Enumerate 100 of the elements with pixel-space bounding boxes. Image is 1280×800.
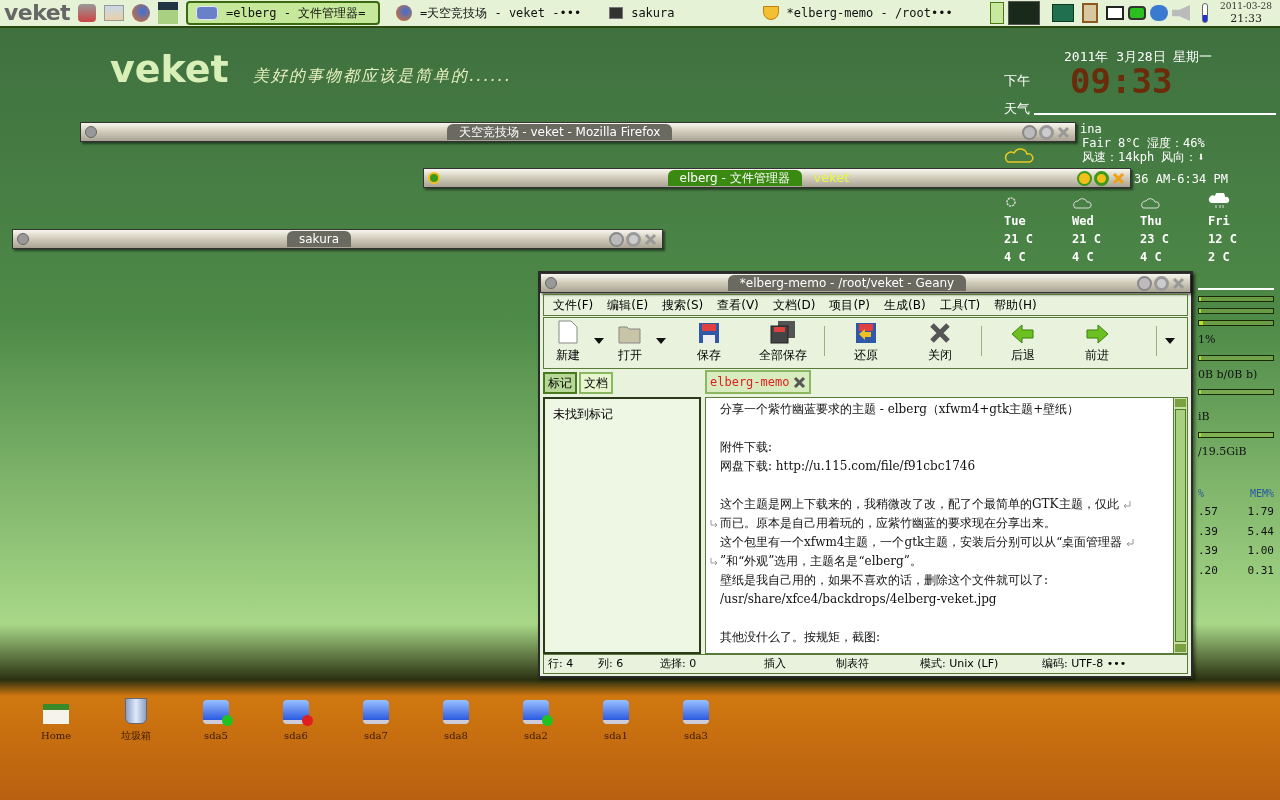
menu-item[interactable]: 项目(P) [828, 296, 871, 314]
forecast-day: Wed [1072, 212, 1140, 230]
empty-symbols-text: 未找到标记 [553, 407, 613, 421]
toolbar-button[interactable]: 新建 [548, 320, 588, 364]
text-line: ”和“外观”选用，主题名是“elberg”。 [720, 553, 922, 570]
text-line: 附件下载: [720, 439, 773, 456]
process-column-header: % [1198, 487, 1206, 501]
task-button[interactable]: *elberg-memo - /root••• [754, 1, 961, 25]
process-column-header: MEM% [1248, 487, 1274, 501]
close-icon[interactable] [1171, 275, 1186, 291]
process-cell-text: 1.79 [1246, 504, 1274, 520]
forecast-day: Fri [1208, 212, 1276, 230]
menu-icon[interactable] [17, 233, 29, 245]
status-item: 插入 [764, 655, 787, 672]
sidebar-tab[interactable]: 标记 [543, 372, 577, 394]
forecast-high: 23 C [1140, 231, 1170, 248]
thermometer-icon[interactable] [1202, 3, 1209, 23]
globe-icon[interactable] [132, 4, 150, 22]
maximize-icon[interactable] [626, 231, 641, 247]
menu-item[interactable]: 文档(D) [771, 296, 817, 314]
menu-icon[interactable] [85, 126, 97, 138]
taskbar-logo[interactable]: veket [4, 2, 70, 24]
task-button[interactable]: =elberg - 文件管理器= [186, 1, 380, 25]
forecast-day: Thu [1140, 212, 1208, 230]
scrollbar[interactable] [1173, 398, 1187, 653]
text-line: /usr/share/xfce4/backdrops/4elberg-veket.jpg [720, 591, 997, 608]
close-icon[interactable] [793, 375, 807, 389]
disk-reading: iB [1198, 409, 1211, 425]
icon-label[interactable]: sda2 [524, 728, 548, 743]
status-item: 列: 6 [598, 655, 625, 672]
forecast-low: 4 C [1072, 249, 1095, 266]
drive-icon [443, 700, 469, 724]
menu-icon[interactable] [545, 277, 557, 289]
text-line: 网盘下载: http://u.115.com/file/f91cbc1746 [720, 458, 976, 475]
icon-label[interactable]: sda1 [604, 728, 628, 743]
forecast-low: 4 C [1140, 249, 1163, 266]
icon-label[interactable]: sda7 [364, 728, 388, 743]
document-tab[interactable]: elberg-memo [705, 370, 812, 394]
toolbar-button[interactable]: 全部保存 [746, 320, 820, 364]
icon-label[interactable]: sda5 [204, 728, 228, 743]
menu-item[interactable]: 查看(V) [716, 296, 760, 314]
process-cell-text: 0.31 [1246, 562, 1274, 579]
window-subtitle: veket [813, 169, 850, 188]
menu-icon[interactable] [428, 172, 440, 184]
toolbar-button[interactable]: 还原 [829, 322, 903, 364]
task-button[interactable]: sakura [601, 1, 683, 25]
drive-icon [603, 700, 629, 724]
conky-date: 2011年 3月28日 星期一 [1064, 49, 1213, 64]
battery-icon[interactable] [1128, 6, 1147, 20]
shade-icon[interactable] [609, 231, 624, 247]
weather-sun-times: 36 AM-6:34 PM [1134, 172, 1228, 186]
toolbar-button[interactable]: 前进 [1060, 324, 1134, 364]
shade-icon[interactable] [1137, 275, 1152, 291]
text-area[interactable] [706, 398, 1173, 653]
shade-icon[interactable] [1022, 124, 1037, 140]
close-icon[interactable] [643, 231, 658, 247]
cloud-icon [1140, 195, 1160, 209]
taskbar-clock[interactable]: 21:33 [1230, 12, 1262, 25]
weather-heading: 天气 [1004, 100, 1030, 118]
desktop-icon[interactable] [158, 2, 178, 24]
process-cell-text: .57 [1198, 504, 1219, 520]
toolbar-button[interactable]: 打开 [610, 324, 650, 364]
maximize-icon[interactable] [1039, 124, 1054, 140]
sidebar-tab[interactable]: 文档 [579, 372, 613, 394]
maximize-icon[interactable] [1094, 170, 1109, 186]
menu-item[interactable]: 帮助(H) [993, 296, 1038, 314]
left-arrow-icon [1011, 324, 1035, 344]
task-button[interactable]: =天空竞技场 - veket -••• [388, 1, 590, 25]
icon-label[interactable]: 垃圾箱 [121, 728, 151, 743]
maximize-icon[interactable] [1154, 275, 1169, 291]
window-title: elberg - 文件管理器 [667, 170, 802, 186]
window-icon[interactable] [104, 5, 124, 21]
icon-label[interactable]: Home [40, 728, 72, 743]
icon-label[interactable]: sda6 [284, 728, 308, 743]
floppies-icon [770, 320, 796, 344]
caret-icon[interactable] [656, 338, 666, 344]
icon-label[interactable]: sda3 [684, 728, 708, 743]
toolbar-button[interactable]: 关闭 [903, 322, 977, 364]
menu-item[interactable]: 编辑(E) [606, 296, 650, 314]
shade-icon[interactable] [1077, 170, 1092, 186]
menu-item[interactable]: 工具(T) [938, 296, 982, 314]
menu-item[interactable]: 文件(F) [552, 296, 595, 314]
close-icon[interactable] [1056, 124, 1071, 140]
caret-icon[interactable] [594, 338, 604, 344]
folder-icon [196, 6, 218, 20]
text-line: 这个主题是网上下载来的，我稍微改了改，配了个最简单的GTK主题，仅此 [720, 496, 1119, 513]
forecast-low: 4 C [1004, 249, 1027, 266]
weather-location: ina [1080, 122, 1102, 136]
text-line: 壁纸是我自己用的，如果不喜欢的话，删除这个文件就可以了: [720, 572, 1049, 589]
toolbar-button[interactable]: 保存 [672, 322, 746, 364]
disk-total: /19.5GiB [1198, 443, 1248, 460]
menu-item[interactable]: 搜索(S) [661, 296, 705, 314]
rain-cloud-icon [1208, 193, 1230, 211]
caret-icon[interactable] [1165, 338, 1175, 344]
window-title: 天空竞技场 - veket - Mozilla Firefox [446, 124, 673, 140]
pager-icon[interactable] [990, 2, 1005, 24]
menu-item[interactable]: 生成(B) [883, 296, 927, 314]
icon-label[interactable]: sda8 [444, 728, 468, 743]
toolbar-button[interactable]: 后退 [986, 324, 1060, 364]
status-item: 制表符 [836, 655, 870, 672]
